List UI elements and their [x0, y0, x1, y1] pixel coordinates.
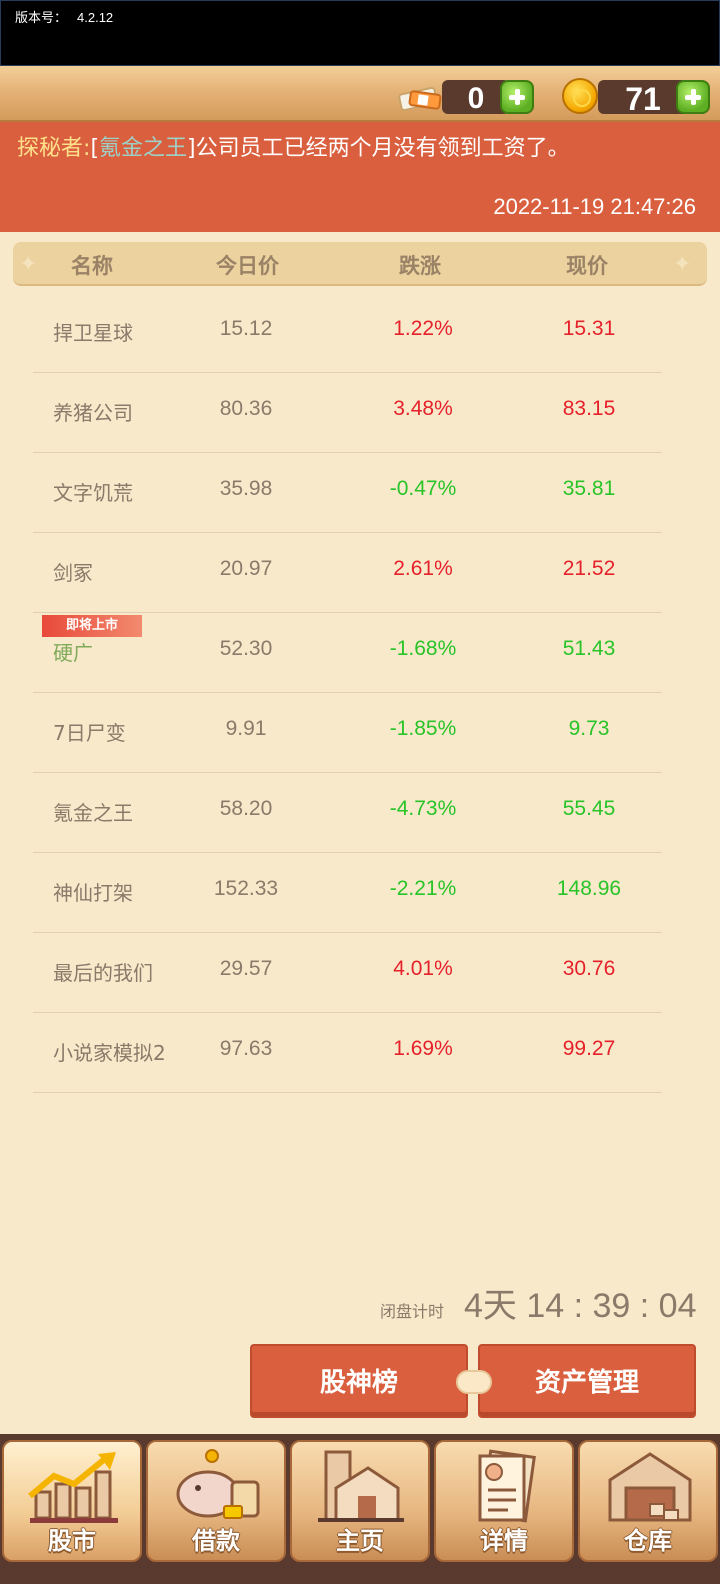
asset-management-button[interactable]: 资产管理: [478, 1344, 696, 1418]
current-price: 148.96: [556, 877, 622, 900]
button-connector: [456, 1370, 492, 1394]
current-price: 9.73: [568, 717, 610, 740]
ranking-button[interactable]: 股神榜: [250, 1344, 468, 1418]
table-row[interactable]: 氪金之王 58.20 -4.73% 55.45: [33, 773, 662, 853]
news-timestamp: 2022-11-19 21:47:26: [493, 194, 696, 219]
today-price: 152.33: [213, 877, 279, 900]
news-message: 探秘者:[氪金之王]公司员工已经两个月没有领到工资了。: [17, 136, 570, 161]
piggy-bank-icon: [176, 1449, 260, 1519]
table-row[interactable]: 即将上市 硬广 52.30 -1.68% 51.43: [33, 613, 662, 693]
table-row[interactable]: 文字饥荒 35.98 -0.47% 35.81: [33, 453, 662, 533]
news-stock-name[interactable]: 氪金之王: [99, 136, 187, 161]
stock-name: 文字饥荒: [53, 481, 133, 505]
stock-name: 7日尸变: [53, 721, 126, 745]
current-price: 99.27: [562, 1037, 616, 1060]
countdown-value: 4天 14 : 39 : 04: [464, 1287, 697, 1325]
version-number: 4.2.12: [77, 10, 114, 25]
price-change: -1.68%: [389, 637, 457, 660]
table-row[interactable]: 剑冢 20.97 2.61% 21.52: [33, 533, 662, 613]
tab-stock-market[interactable]: 股市: [2, 1440, 142, 1562]
header-name: 名称: [71, 254, 113, 278]
tab-warehouse[interactable]: 仓库: [578, 1440, 718, 1562]
current-price: 30.76: [562, 957, 616, 980]
home-building-icon: [318, 1450, 404, 1522]
countdown-label: 闭盘计时: [380, 1302, 445, 1321]
table-row[interactable]: 最后的我们 29.57 4.01% 30.76: [33, 933, 662, 1013]
stock-list: 捍卫星球 15.12 1.22% 15.31 养猪公司 80.36 3.48% …: [33, 293, 662, 1093]
current-price: 15.31: [562, 317, 616, 340]
header-change: 跌涨: [399, 254, 441, 278]
header-current-price: 现价: [566, 254, 608, 278]
stock-name: 神仙打架: [53, 881, 133, 905]
today-price: 35.98: [219, 477, 273, 500]
today-price: 52.30: [219, 637, 273, 660]
document-profile-icon: [478, 1449, 536, 1523]
today-price: 20.97: [219, 557, 273, 580]
bottom-nav: 股市 借款 主页 详情 仓库: [0, 1434, 720, 1584]
current-price: 83.15: [562, 397, 616, 420]
price-change: -1.85%: [389, 717, 457, 740]
news-speaker: 探秘者: [17, 136, 84, 161]
current-price: 55.45: [562, 797, 616, 820]
tab-label: 借款: [192, 1527, 240, 1555]
warehouse-icon: [608, 1452, 692, 1522]
stock-name: 小说家模拟2: [53, 1041, 166, 1065]
add-banknote-button[interactable]: [500, 80, 534, 114]
sparkle-icon: ✦: [673, 252, 692, 277]
price-change: 3.48%: [393, 397, 453, 420]
current-price: 51.43: [562, 637, 616, 660]
news-banner: 探秘者:[氪金之王]公司员工已经两个月没有领到工资了。 2022-11-19 2…: [0, 122, 720, 232]
today-price: 97.63: [219, 1037, 273, 1060]
tab-home[interactable]: 主页: [290, 1440, 430, 1562]
current-price: 21.52: [562, 557, 616, 580]
coin-value: 71: [598, 80, 688, 117]
price-change: 2.61%: [393, 557, 453, 580]
version-label: 版本号：: [15, 10, 68, 25]
stock-name: 氪金之王: [53, 801, 133, 825]
today-price: 29.57: [219, 957, 273, 980]
table-header: ✦ 名称 今日价 跌涨 现价 ✦: [13, 242, 707, 286]
today-price: 9.91: [225, 717, 267, 740]
stock-name: 硬广: [53, 641, 93, 665]
today-price: 80.36: [219, 397, 273, 420]
tab-label: 股市: [48, 1527, 96, 1555]
banknote-icon: [398, 86, 442, 112]
news-text: 公司员工已经两个月没有领到工资了。: [195, 136, 570, 161]
stock-name: 捍卫星球: [53, 321, 133, 345]
add-coin-button[interactable]: [676, 80, 710, 114]
header-today-price: 今日价: [216, 254, 279, 278]
current-price: 35.81: [562, 477, 616, 500]
table-row[interactable]: 神仙打架 152.33 -2.21% 148.96: [33, 853, 662, 933]
price-change: 1.22%: [393, 317, 453, 340]
price-change: -0.47%: [389, 477, 457, 500]
status-bar: 版本号： 4.2.12: [0, 0, 720, 66]
coming-soon-badge: 即将上市: [42, 615, 142, 637]
stock-name: 剑冢: [53, 561, 93, 585]
price-change: 4.01%: [393, 957, 453, 980]
tab-details[interactable]: 详情: [434, 1440, 574, 1562]
table-row[interactable]: 7日尸变 9.91 -1.85% 9.73: [33, 693, 662, 773]
today-price: 15.12: [219, 317, 273, 340]
coin-icon: [562, 78, 598, 114]
sparkle-icon: ✦: [19, 252, 38, 277]
version-info: 版本号： 4.2.12: [15, 7, 113, 26]
stock-name: 最后的我们: [53, 961, 153, 985]
tab-loan[interactable]: 借款: [146, 1440, 286, 1562]
tab-label: 仓库: [624, 1527, 672, 1555]
tab-label: 主页: [336, 1527, 384, 1555]
price-change: -2.21%: [389, 877, 457, 900]
price-change: 1.69%: [393, 1037, 453, 1060]
table-row[interactable]: 小说家模拟2 97.63 1.69% 99.27: [33, 1013, 662, 1093]
stock-name: 养猪公司: [53, 401, 133, 425]
tab-label: 详情: [480, 1527, 528, 1555]
stock-chart-icon: [28, 1452, 118, 1523]
table-row[interactable]: 捍卫星球 15.12 1.22% 15.31: [33, 293, 662, 373]
price-change: -4.73%: [389, 797, 457, 820]
today-price: 58.20: [219, 797, 273, 820]
table-row[interactable]: 养猪公司 80.36 3.48% 83.15: [33, 373, 662, 453]
